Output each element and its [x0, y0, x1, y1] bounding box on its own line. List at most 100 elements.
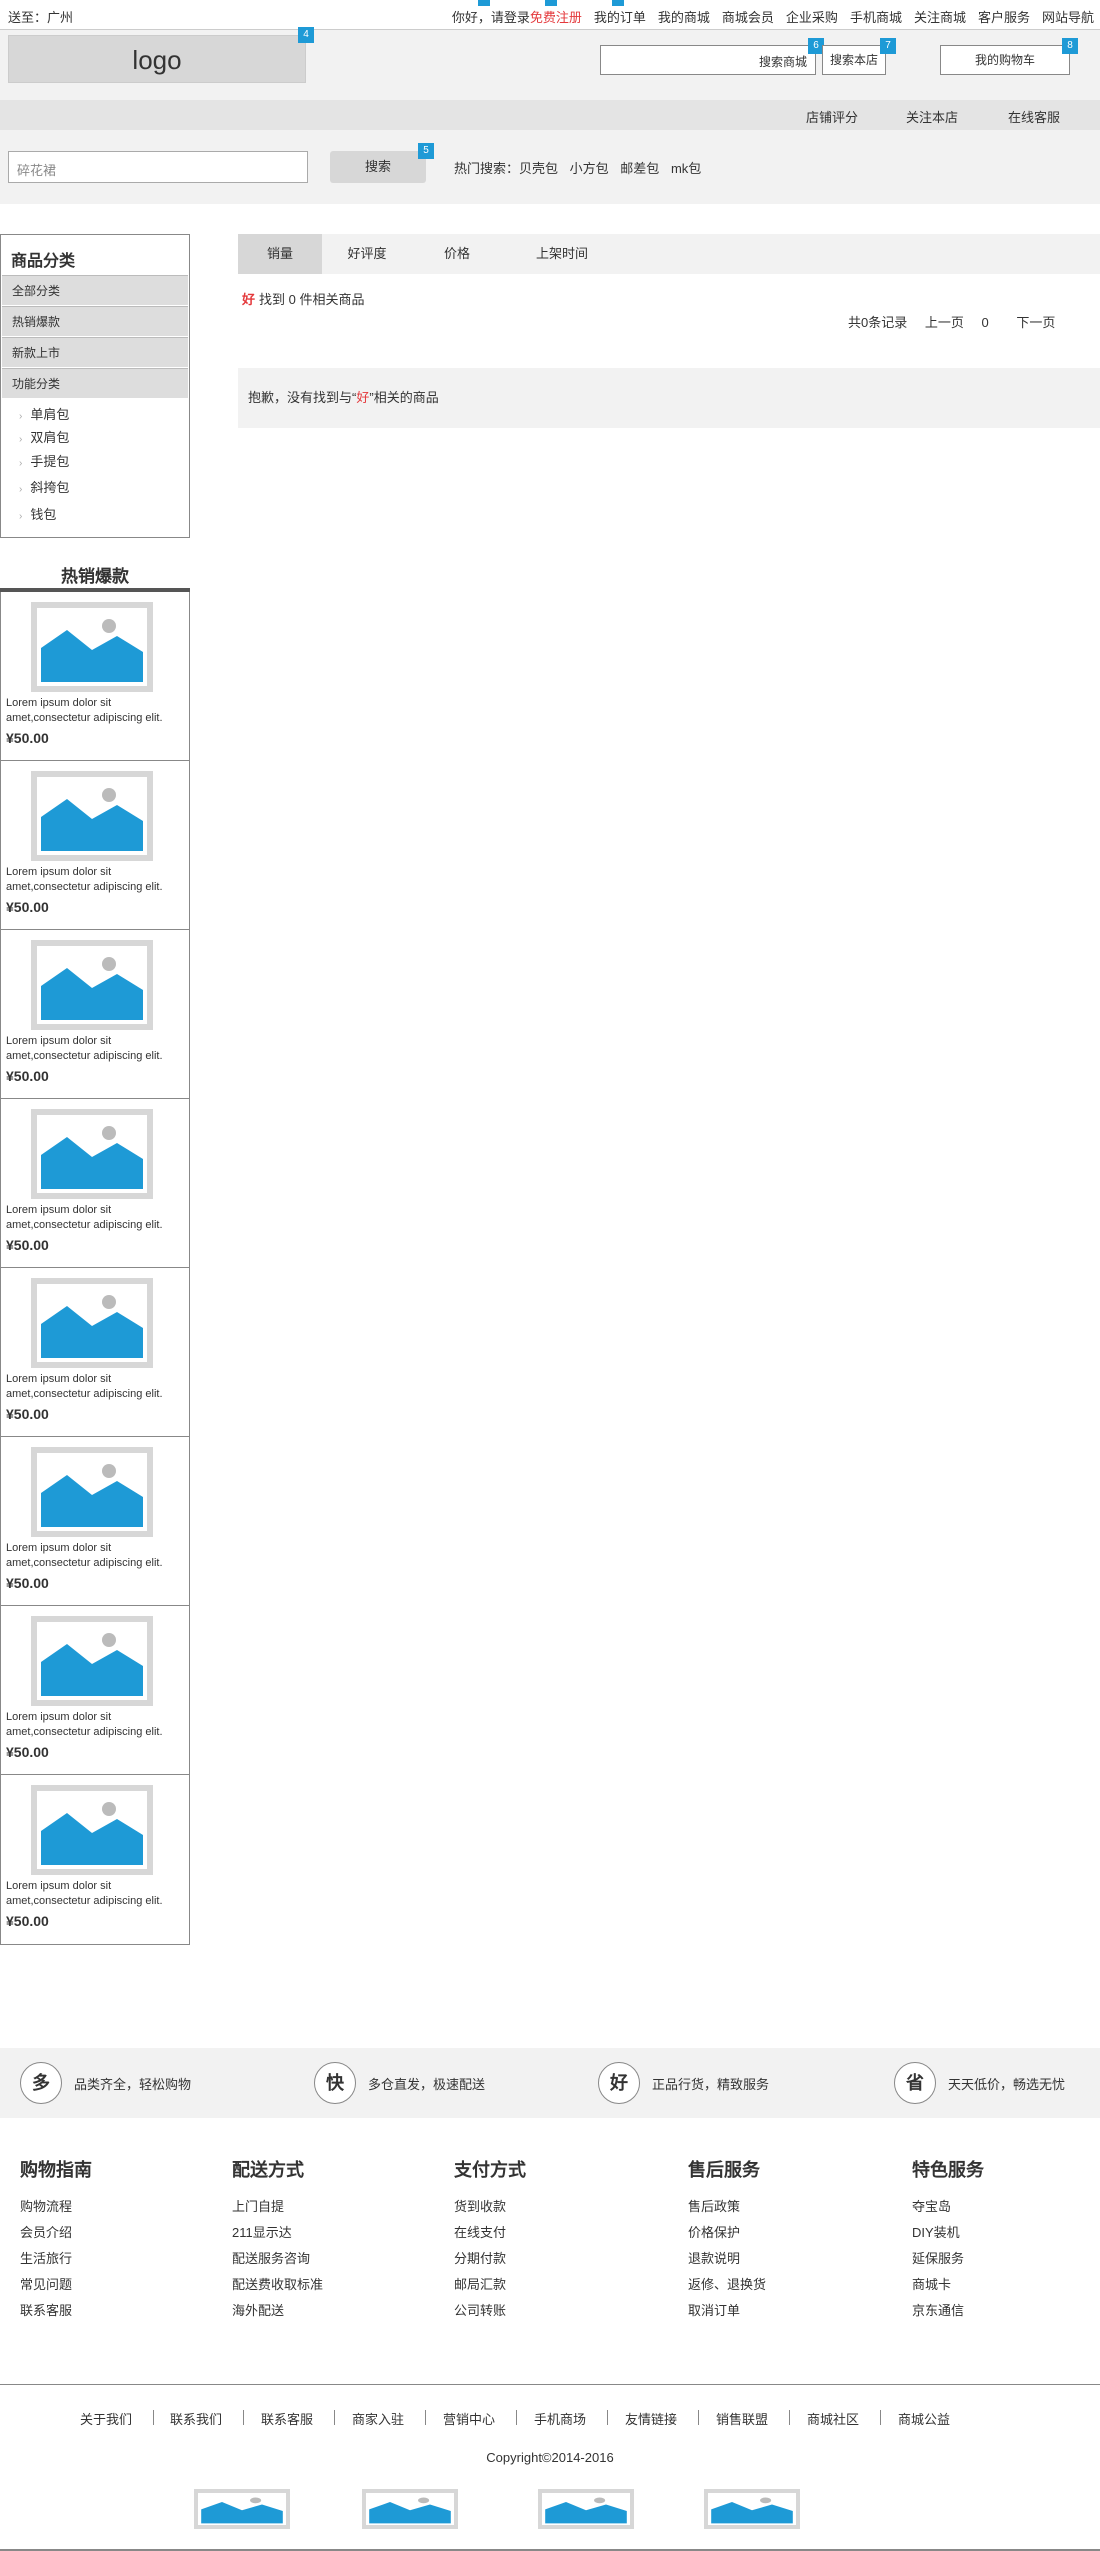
bottom-link[interactable]: 商家入驻	[352, 2409, 404, 2428]
footer-link[interactable]: 公司转账	[454, 2298, 526, 2324]
delivery-location[interactable]: 送至：广州	[8, 7, 73, 26]
footer-link[interactable]: 购物流程	[20, 2194, 92, 2220]
top-link-my-mall[interactable]: 我的商城	[658, 7, 710, 26]
product-image[interactable]	[31, 771, 153, 861]
cart-button[interactable]: 我的购物车	[940, 45, 1070, 75]
top-link-follow[interactable]: 关注商城	[914, 7, 966, 26]
hot-product-card[interactable]: Lorem ipsum dolor sit amet,consectetur a…	[1, 761, 189, 930]
tab-price[interactable]: 价格	[412, 234, 502, 274]
footer-link[interactable]: 配送费收取标准	[232, 2272, 323, 2298]
footer-link[interactable]: 邮局汇款	[454, 2272, 526, 2298]
prev-page-link[interactable]: 上一页	[925, 315, 964, 330]
product-image[interactable]	[31, 1109, 153, 1199]
partner-image[interactable]	[194, 2489, 290, 2529]
hot-product-card[interactable]: Lorem ipsum dolor sit amet,consectetur a…	[1, 1775, 189, 1944]
footer-link[interactable]: 延保服务	[912, 2246, 984, 2272]
product-description[interactable]: Lorem ipsum dolor sit amet,consectetur a…	[6, 1203, 188, 1233]
product-description[interactable]: Lorem ipsum dolor sit amet,consectetur a…	[6, 865, 188, 895]
footer-link[interactable]: 货到收款	[454, 2194, 526, 2220]
follow-store-link[interactable]: 关注本店	[906, 107, 958, 126]
top-link-membership[interactable]: 商城会员	[722, 7, 774, 26]
footer-link[interactable]: DIY装机	[912, 2220, 984, 2246]
footer-link[interactable]: 会员介绍	[20, 2220, 92, 2246]
footer-link[interactable]: 售后政策	[688, 2194, 766, 2220]
bottom-link[interactable]: 商城社区	[807, 2409, 859, 2428]
footer-link[interactable]: 商城卡	[912, 2272, 984, 2298]
tab-sales[interactable]: 销量	[238, 234, 322, 274]
footer-link[interactable]: 海外配送	[232, 2298, 323, 2324]
bottom-link[interactable]: 友情链接	[625, 2409, 677, 2428]
hot-search-item[interactable]: mk包	[671, 161, 701, 176]
search-store-button[interactable]: 搜索本店	[822, 45, 886, 75]
footer-link[interactable]: 取消订单	[688, 2298, 766, 2324]
bottom-link[interactable]: 联系客服	[261, 2409, 313, 2428]
store-search-button[interactable]: 搜索	[330, 151, 426, 183]
category-new[interactable]: 新款上市	[2, 337, 188, 367]
product-description[interactable]: Lorem ipsum dolor sit amet,consectetur a…	[6, 696, 188, 726]
product-description[interactable]: Lorem ipsum dolor sit amet,consectetur a…	[6, 1879, 188, 1909]
subcategory-item[interactable]: › 双肩包	[19, 427, 69, 446]
login-link[interactable]: 你好，请登录	[452, 7, 530, 26]
footer-link[interactable]: 上门自提	[232, 2194, 323, 2220]
hot-search-item[interactable]: 贝壳包	[519, 161, 558, 176]
register-link[interactable]: 免费注册	[530, 7, 582, 26]
hot-search-item[interactable]: 邮差包	[620, 161, 659, 176]
partner-image[interactable]	[362, 2489, 458, 2529]
footer-link[interactable]: 价格保护	[688, 2220, 766, 2246]
bottom-link[interactable]: 联系我们	[170, 2409, 222, 2428]
hot-product-card[interactable]: Lorem ipsum dolor sit amet,consectetur a…	[1, 1268, 189, 1437]
tab-newest[interactable]: 上架时间	[502, 234, 622, 274]
bottom-link[interactable]: 营销中心	[443, 2409, 495, 2428]
category-function[interactable]: 功能分类	[2, 368, 188, 398]
product-description[interactable]: Lorem ipsum dolor sit amet,consectetur a…	[6, 1034, 188, 1064]
partner-image[interactable]	[704, 2489, 800, 2529]
hot-product-card[interactable]: Lorem ipsum dolor sit amet,consectetur a…	[1, 1099, 189, 1268]
footer-link[interactable]: 退款说明	[688, 2246, 766, 2272]
bottom-link[interactable]: 商城公益	[898, 2409, 950, 2428]
store-rating-link[interactable]: 店铺评分	[806, 107, 858, 126]
hot-product-card[interactable]: Lorem ipsum dolor sit amet,consectetur a…	[1, 1606, 189, 1775]
category-hot[interactable]: 热销爆款	[2, 306, 188, 336]
product-image[interactable]	[31, 1447, 153, 1537]
next-page-link[interactable]: 下一页	[1016, 315, 1055, 330]
partner-image[interactable]	[538, 2489, 634, 2529]
top-link-mobile[interactable]: 手机商城	[850, 7, 902, 26]
product-description[interactable]: Lorem ipsum dolor sit amet,consectetur a…	[6, 1710, 188, 1740]
logo[interactable]: logo	[8, 35, 306, 83]
footer-link[interactable]: 联系客服	[20, 2298, 92, 2324]
product-image[interactable]	[31, 602, 153, 692]
product-image[interactable]	[31, 1278, 153, 1368]
top-link-sitemap[interactable]: 网站导航	[1042, 7, 1094, 26]
mall-search-box[interactable]: 搜索商城	[600, 45, 816, 75]
tab-rating[interactable]: 好评度	[322, 234, 412, 274]
top-link-service[interactable]: 客户服务	[978, 7, 1030, 26]
footer-link[interactable]: 夺宝岛	[912, 2194, 984, 2220]
search-mall-button[interactable]: 搜索商城	[759, 53, 807, 70]
subcategory-item[interactable]: › 钱包	[19, 504, 56, 523]
category-all[interactable]: 全部分类	[2, 275, 188, 305]
hot-search-item[interactable]: 小方包	[570, 161, 609, 176]
footer-link[interactable]: 分期付款	[454, 2246, 526, 2272]
footer-link[interactable]: 返修、退换货	[688, 2272, 766, 2298]
bottom-link[interactable]: 手机商场	[534, 2409, 586, 2428]
subcategory-item[interactable]: › 手提包	[19, 451, 69, 470]
bottom-link[interactable]: 关于我们	[80, 2409, 132, 2428]
product-image[interactable]	[31, 1616, 153, 1706]
subcategory-item[interactable]: › 斜挎包	[19, 477, 69, 496]
footer-link[interactable]: 生活旅行	[20, 2246, 92, 2272]
footer-link[interactable]: 在线支付	[454, 2220, 526, 2246]
top-link-enterprise[interactable]: 企业采购	[786, 7, 838, 26]
store-search-input[interactable]: 碎花裙	[8, 151, 308, 183]
footer-link[interactable]: 常见问题	[20, 2272, 92, 2298]
product-image[interactable]	[31, 940, 153, 1030]
product-image[interactable]	[31, 1785, 153, 1875]
hot-product-card[interactable]: Lorem ipsum dolor sit amet,consectetur a…	[1, 1437, 189, 1606]
product-description[interactable]: Lorem ipsum dolor sit amet,consectetur a…	[6, 1372, 188, 1402]
footer-link[interactable]: 配送服务咨询	[232, 2246, 323, 2272]
footer-link[interactable]: 211显示达	[232, 2220, 323, 2246]
subcategory-item[interactable]: › 单肩包	[19, 404, 69, 423]
footer-link[interactable]: 京东通信	[912, 2298, 984, 2324]
product-description[interactable]: Lorem ipsum dolor sit amet,consectetur a…	[6, 1541, 188, 1571]
hot-product-card[interactable]: Lorem ipsum dolor sit amet,consectetur a…	[1, 592, 189, 761]
top-link-orders[interactable]: 我的订单	[594, 7, 646, 26]
